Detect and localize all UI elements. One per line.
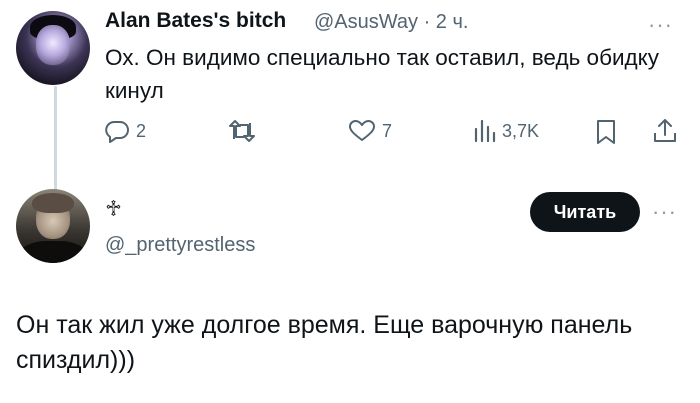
tweet-text: Он так жил уже долгое время. Еще варочну… <box>16 311 633 374</box>
follow-button[interactable]: Читать <box>530 192 640 232</box>
avatar-hair <box>32 193 74 213</box>
reply-button[interactable]: 2 <box>104 119 146 143</box>
retweet-icon <box>229 120 255 142</box>
retweet-button[interactable] <box>228 119 256 143</box>
tweet-text: Ох. Он видимо специально так оставил, ве… <box>105 45 659 103</box>
avatar-body <box>18 241 88 263</box>
thread-connector-line <box>54 86 57 196</box>
more-options-icon[interactable]: ··· <box>652 199 677 225</box>
avatar-face <box>36 25 70 65</box>
bookmark-icon <box>597 120 615 144</box>
views-count: 3,7K <box>502 120 540 141</box>
display-name[interactable]: Alan Bates's bitch <box>105 9 286 33</box>
handle-and-time[interactable]: @AsusWay · 2 ч. <box>314 11 468 34</box>
avatar[interactable] <box>16 11 90 85</box>
display-name[interactable]: ♱ <box>105 196 122 222</box>
bookmark-button[interactable] <box>594 119 618 145</box>
like-count: 7 <box>382 120 393 141</box>
share-button[interactable] <box>652 117 678 145</box>
like-button[interactable]: 7 <box>348 119 392 143</box>
avatar[interactable] <box>16 189 90 263</box>
handle[interactable]: @_prettyrestless <box>105 234 255 257</box>
share-icon <box>654 119 676 142</box>
heart-icon <box>349 120 375 141</box>
more-options-icon[interactable]: ··· <box>648 12 673 38</box>
reply-icon <box>105 121 129 143</box>
views-button[interactable]: 3,7K <box>472 119 539 143</box>
reply-count: 2 <box>136 120 147 141</box>
views-icon <box>474 119 496 143</box>
